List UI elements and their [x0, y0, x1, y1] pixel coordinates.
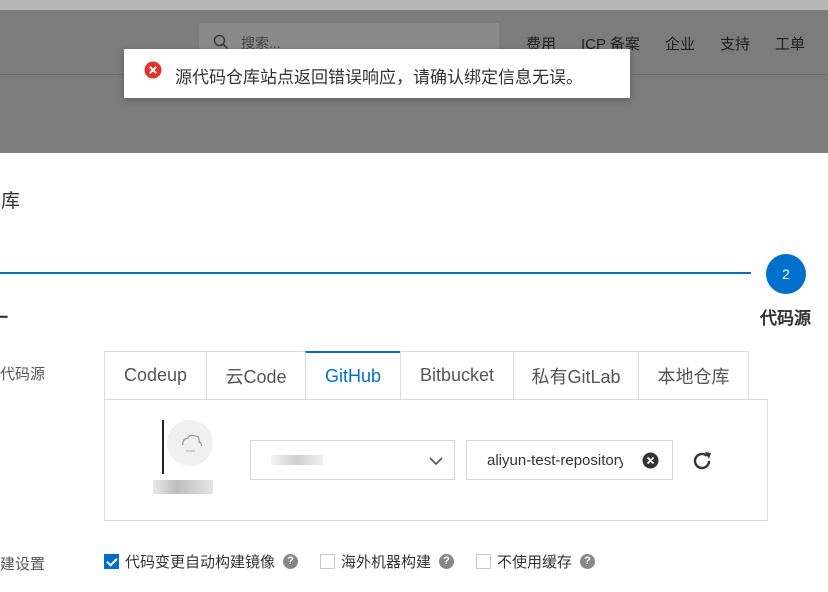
step-2-indicator: 2	[766, 254, 806, 294]
option-no-cache[interactable]: 不使用缓存 ?	[476, 551, 596, 572]
tab-bitbucket[interactable]: Bitbucket	[400, 351, 513, 400]
auto-build-checkbox[interactable]	[104, 554, 119, 569]
namespace-value-blurred	[271, 455, 323, 465]
search-icon	[213, 34, 229, 50]
header-top-strip	[0, 0, 828, 10]
source-tabs: Codeup 云Code GitHub Bitbucket 私有GitLab 本…	[104, 351, 749, 400]
help-icon[interactable]: ?	[283, 554, 299, 569]
option-auto-build[interactable]: 代码变更自动构建镜像 ?	[104, 551, 299, 572]
tab-private-gitlab[interactable]: 私有GitLab	[513, 351, 638, 400]
tab-github[interactable]: GitHub	[305, 351, 400, 400]
account-name-blurred	[153, 480, 213, 494]
avatar	[167, 420, 213, 466]
step-progress-line	[0, 272, 751, 274]
no-cache-label: 不使用缓存	[497, 554, 573, 571]
overseas-build-label: 海外机器构建	[341, 554, 432, 571]
namespace-select[interactable]	[250, 440, 455, 480]
help-icon[interactable]: ?	[439, 554, 455, 569]
nav-enterprise[interactable]: 企业	[665, 33, 695, 54]
nav-support[interactable]: 支持	[720, 33, 750, 54]
step-1-label: 一	[0, 304, 8, 330]
option-overseas-build[interactable]: 海外机器构建 ?	[320, 551, 455, 572]
cloud-logo-icon	[182, 434, 202, 452]
no-cache-checkbox[interactable]	[476, 554, 491, 569]
build-settings-label: 建设置	[0, 556, 46, 573]
step-2-label: 代码源	[760, 309, 811, 328]
source-label: 代码源	[0, 366, 46, 383]
tab-yuncode[interactable]: 云Code	[206, 351, 305, 400]
github-panel: aliyun-test-repository	[104, 399, 768, 521]
drawer-title: 仓库	[0, 191, 21, 212]
help-icon[interactable]: ?	[580, 554, 596, 569]
tab-codeup[interactable]: Codeup	[104, 351, 206, 400]
error-circle-icon	[144, 61, 162, 79]
nav-ticket[interactable]: 工单	[775, 33, 805, 54]
chevron-down-icon	[429, 457, 443, 466]
avatar-marker	[162, 420, 164, 474]
tab-local-repo[interactable]: 本地仓库	[638, 351, 749, 400]
auto-build-label: 代码变更自动构建镜像	[125, 554, 276, 571]
error-toast: 源代码仓库站点返回错误响应，请确认绑定信息无误。	[124, 49, 630, 98]
refresh-icon[interactable]	[690, 449, 714, 473]
clear-icon[interactable]	[642, 452, 659, 469]
overseas-build-checkbox[interactable]	[320, 554, 335, 569]
toast-message: 源代码仓库站点返回错误响应，请确认绑定信息无误。	[175, 68, 583, 87]
repository-value: aliyun-test-repository	[487, 452, 623, 469]
repository-input[interactable]: aliyun-test-repository	[466, 440, 673, 480]
